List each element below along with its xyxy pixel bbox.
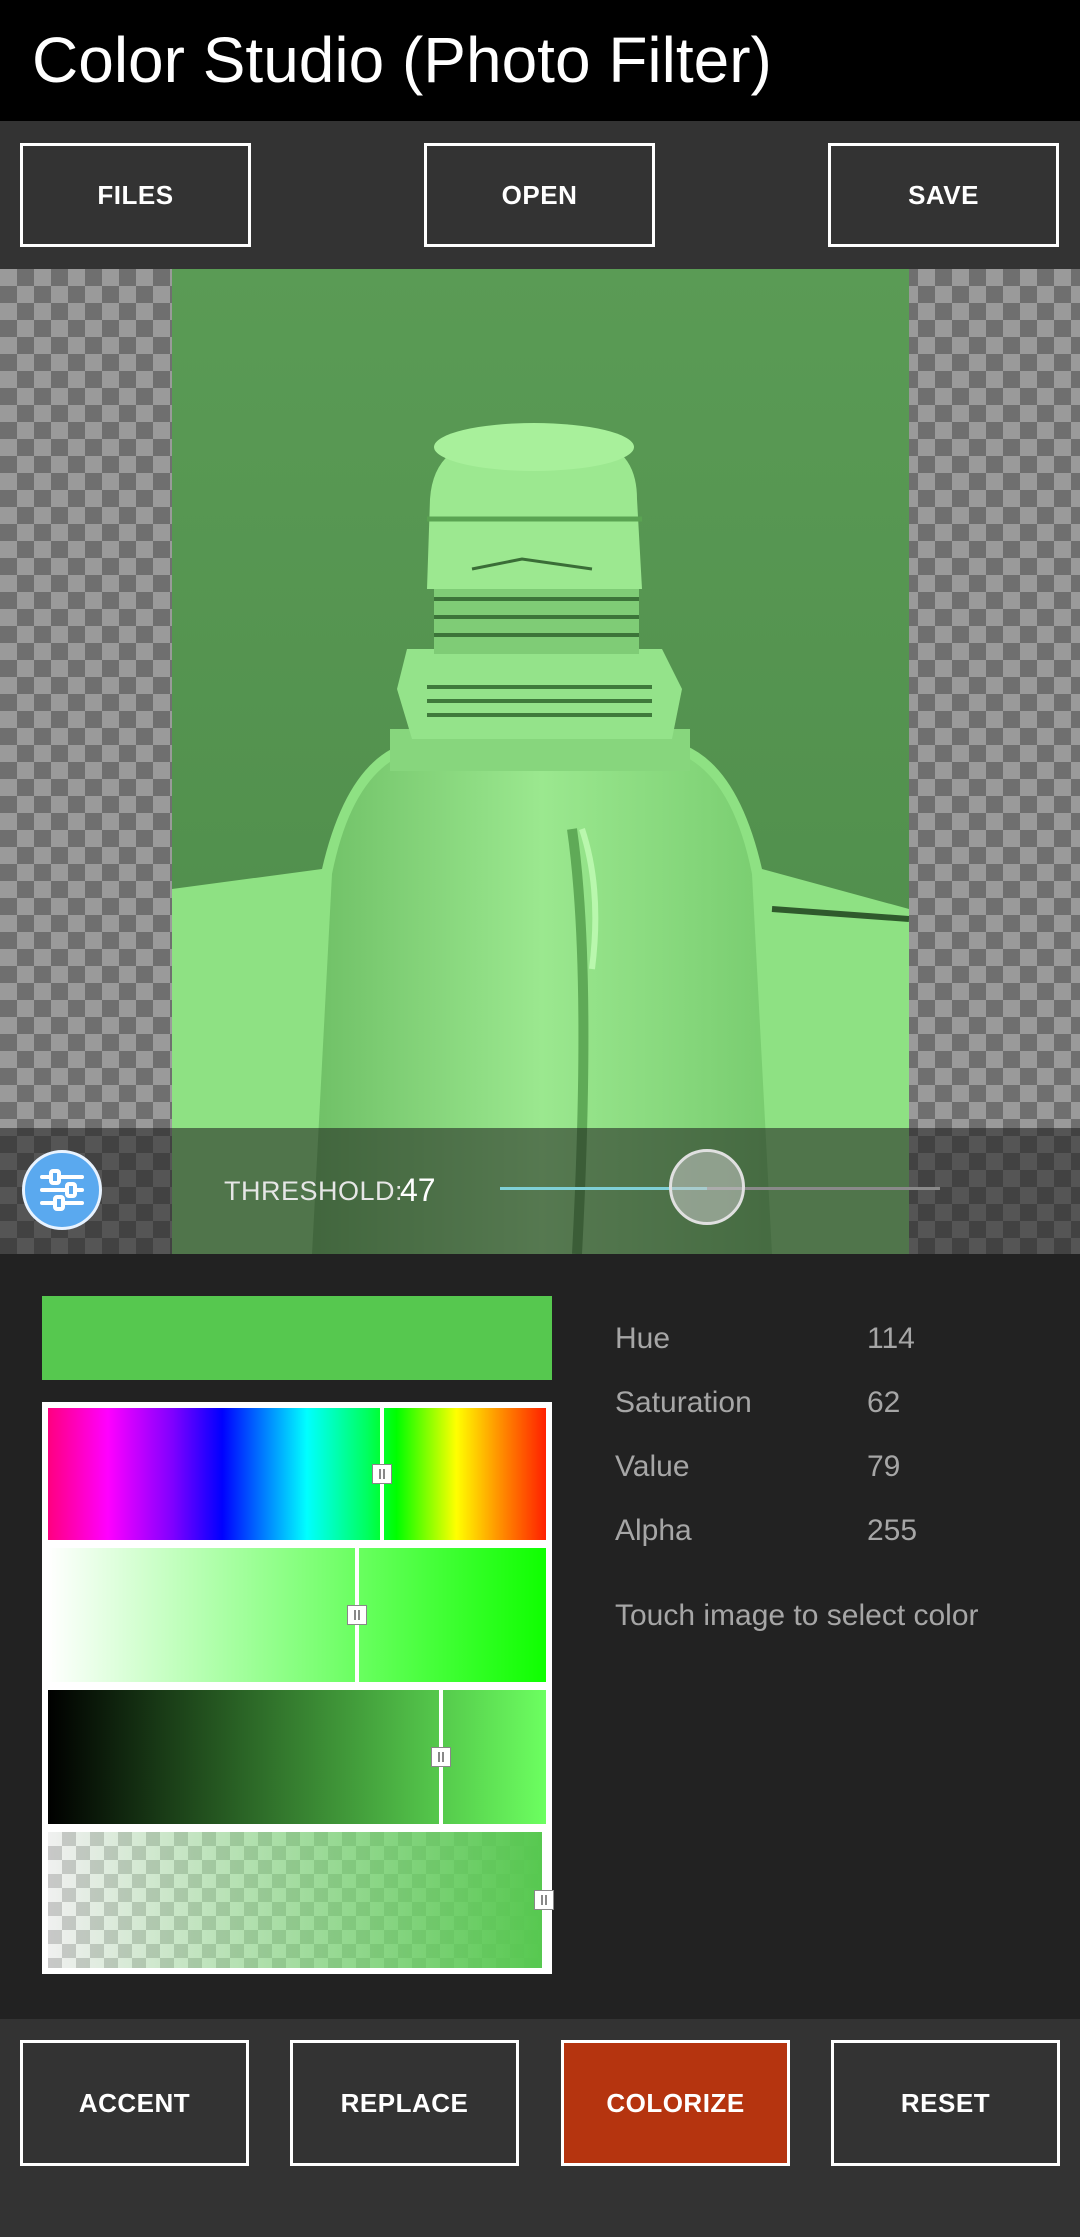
alpha-label: Alpha [615, 1514, 692, 1547]
threshold-slider-thumb[interactable] [668, 1149, 745, 1225]
value-handle[interactable] [431, 1690, 452, 1824]
threshold-bar [0, 1128, 1080, 1254]
bottom-action-bar: ACCENT REPLACE COLORIZE RESET [0, 2019, 1080, 2237]
alpha-value: 255 [867, 1514, 918, 1547]
reset-button[interactable]: RESET [831, 2040, 1060, 2166]
image-canvas[interactable] [0, 269, 1080, 1254]
colorize-button[interactable]: COLORIZE [561, 2040, 790, 2166]
hue-handle[interactable] [371, 1408, 392, 1540]
app-title: Color Studio (Photo Filter) [32, 24, 772, 96]
save-button[interactable]: SAVE [828, 143, 1059, 247]
saturation-value: 62 [867, 1386, 901, 1419]
select-color-hint: Touch image to select color [615, 1599, 979, 1632]
sliders-icon[interactable] [22, 1150, 102, 1230]
color-picker [42, 1402, 554, 1974]
top-toolbar: FILES OPEN SAVE [0, 121, 1080, 269]
title-bar: Color Studio (Photo Filter) [0, 0, 1080, 121]
value-label: Value [615, 1450, 690, 1483]
photo-image[interactable] [172, 269, 909, 1254]
value-value: 79 [867, 1450, 901, 1483]
hue-value: 114 [867, 1322, 915, 1355]
selected-color-swatch [42, 1296, 552, 1380]
threshold-slider[interactable] [500, 1149, 940, 1225]
value-strip[interactable] [48, 1690, 546, 1824]
saturation-label: Saturation [615, 1386, 752, 1419]
alpha-strip[interactable] [48, 1832, 554, 1968]
alpha-handle[interactable] [534, 1832, 554, 1968]
hue-label: Hue [615, 1322, 671, 1355]
threshold-value: 47 [400, 1172, 436, 1208]
hue-strip[interactable] [48, 1408, 546, 1540]
threshold-label: THRESHOLD: [224, 1176, 404, 1206]
saturation-handle[interactable] [346, 1548, 367, 1682]
files-button[interactable]: FILES [20, 143, 251, 247]
saturation-strip[interactable] [48, 1548, 546, 1682]
accent-button[interactable]: ACCENT [20, 2040, 249, 2166]
open-button[interactable]: OPEN [424, 143, 655, 247]
replace-button[interactable]: REPLACE [290, 2040, 519, 2166]
